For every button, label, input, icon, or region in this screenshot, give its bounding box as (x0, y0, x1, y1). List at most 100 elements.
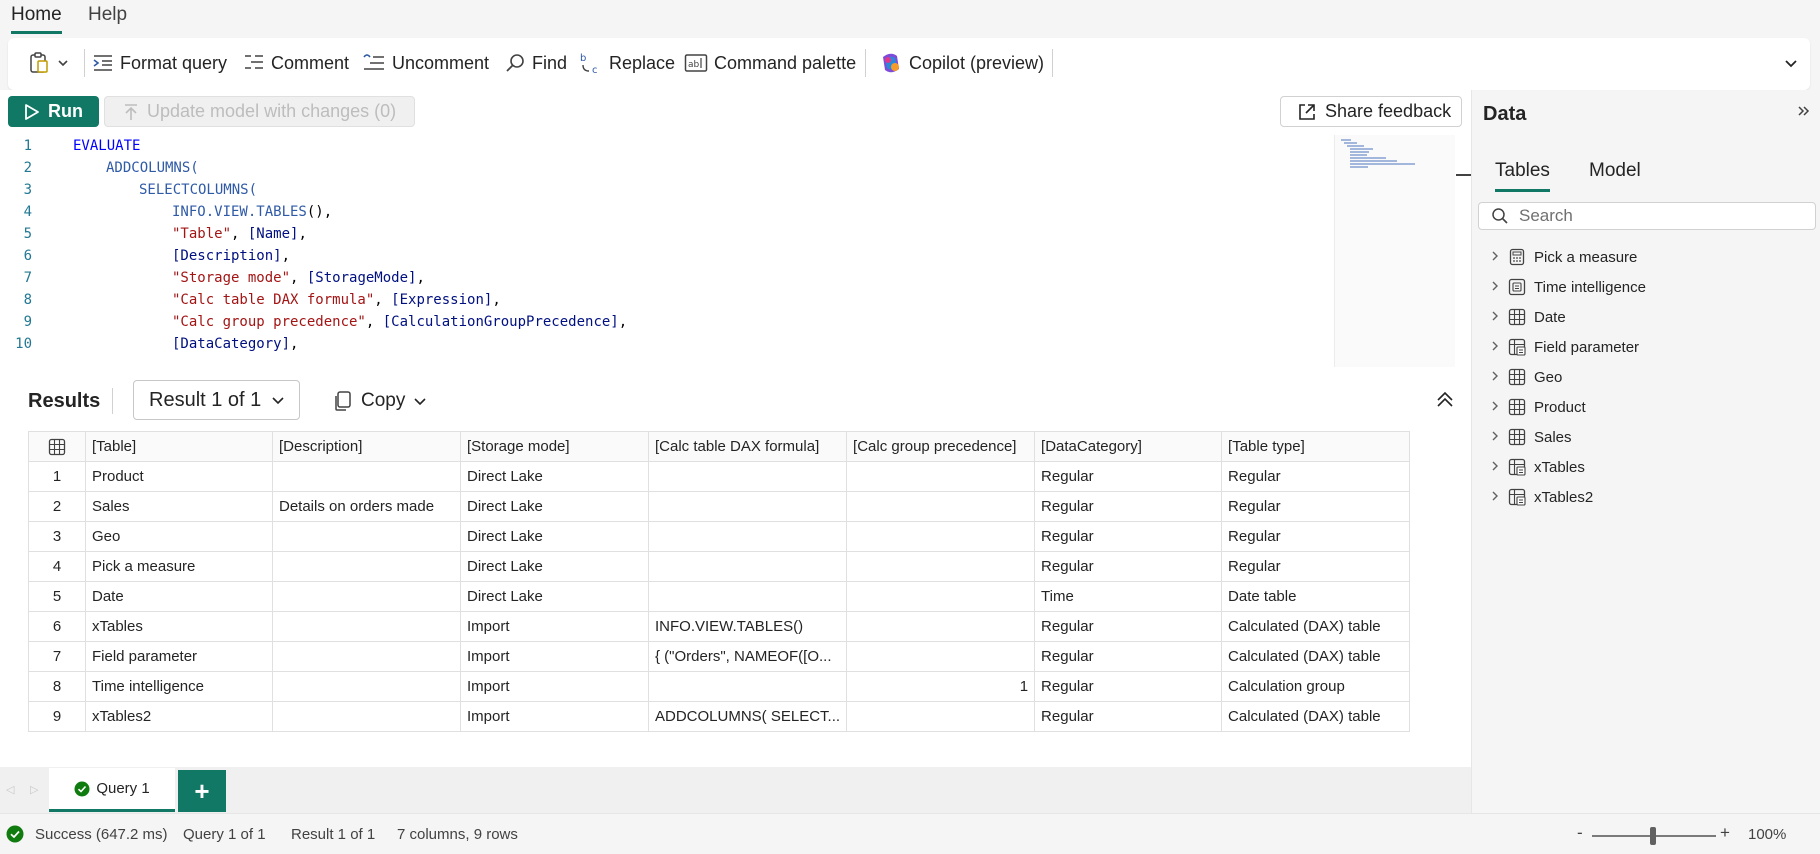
table-cell[interactable]: Details on orders made (272, 491, 461, 522)
table-cell[interactable]: Geo (85, 521, 273, 552)
code-line[interactable]: 9 "Calc group precedence", [CalculationGr… (0, 311, 1330, 333)
table-cell[interactable] (846, 461, 1036, 492)
format-query-button[interactable]: Format query (92, 46, 227, 80)
chevron-right-icon[interactable] (1490, 460, 1500, 475)
result-selector-dropdown[interactable]: Result 1 of 1 (133, 380, 300, 420)
table-cell[interactable]: xTables (85, 611, 273, 642)
row-number[interactable]: 6 (28, 611, 86, 642)
ribbon-expand-button[interactable] (1784, 46, 1798, 80)
table-cell[interactable]: Regular (1221, 491, 1411, 522)
tab-help[interactable]: Help (88, 4, 127, 34)
tree-item[interactable]: Product (1490, 395, 1586, 419)
table-cell[interactable]: Regular (1034, 551, 1223, 582)
tree-item[interactable]: Time intelligence (1490, 275, 1646, 299)
table-cell[interactable] (272, 521, 461, 552)
table-cell[interactable] (272, 671, 461, 702)
table-row[interactable]: 2 Sales Details on orders made Direct Lake R… (28, 491, 1411, 522)
table-cell[interactable]: Calculation group (1221, 671, 1411, 702)
code-line[interactable]: 4 INFO.VIEW.TABLES(), (0, 201, 1330, 223)
table-cell[interactable] (647, 461, 848, 492)
table-cell[interactable]: ADDCOLUMNS( SELECT... (647, 701, 848, 732)
table-cell[interactable] (846, 521, 1036, 552)
chevron-right-icon[interactable] (1490, 280, 1500, 295)
table-cell[interactable] (272, 461, 461, 492)
table-cell[interactable] (846, 581, 1036, 612)
code-editor[interactable]: 1 EVALUATE 2 ADDCOLUMNS(3 SELECTCOLUMNS(4 INF… (0, 135, 1455, 367)
table-row[interactable]: 6 xTables Import INFO.VIEW.TABLES() Regular C… (28, 611, 1411, 642)
chevron-right-icon[interactable] (1490, 340, 1500, 355)
find-button[interactable]: Find (504, 46, 567, 80)
table-cell[interactable]: xTables2 (85, 701, 273, 732)
comment-button[interactable]: Comment (243, 46, 349, 80)
code-line[interactable]: 10 [DataCategory], (0, 333, 1330, 355)
zoom-out-button[interactable]: - (1577, 823, 1583, 843)
table-cell[interactable] (272, 641, 461, 672)
copy-button[interactable]: Copy (333, 388, 427, 414)
table-cell[interactable] (647, 521, 848, 552)
chevron-right-icon[interactable] (1490, 250, 1500, 265)
collapse-results-button[interactable] (1434, 388, 1456, 410)
code-line[interactable]: 7 "Storage mode", [StorageMode], (0, 267, 1330, 289)
table-cell[interactable] (647, 551, 848, 582)
table-cell[interactable]: INFO.VIEW.TABLES() (647, 611, 848, 642)
table-cell[interactable]: Date (85, 581, 273, 612)
code-line[interactable]: 1 EVALUATE (0, 135, 1330, 157)
table-cell[interactable] (647, 671, 848, 702)
select-all-corner[interactable] (28, 431, 86, 462)
table-cell[interactable]: Pick a measure (85, 551, 273, 582)
row-number[interactable]: 5 (28, 581, 86, 612)
tab-tables[interactable]: Tables (1495, 160, 1550, 192)
table-cell[interactable] (272, 701, 461, 732)
zoom-in-button[interactable]: + (1720, 823, 1730, 843)
row-number[interactable]: 7 (28, 641, 86, 672)
table-cell[interactable] (272, 581, 461, 612)
table-cell[interactable] (272, 551, 461, 582)
table-cell[interactable]: Sales (85, 491, 273, 522)
column-header[interactable]: [Table] (85, 431, 273, 462)
paste-button[interactable] (27, 46, 69, 80)
row-number[interactable]: 8 (28, 671, 86, 702)
copilot-button[interactable]: Copilot (preview) (879, 46, 1044, 80)
table-cell[interactable]: Regular (1034, 671, 1223, 702)
table-row[interactable]: 1 Product Direct Lake Regular Regular (28, 461, 1411, 492)
code-minimap[interactable] (1334, 135, 1455, 367)
scroll-tabs-right-button[interactable]: ▷ (30, 783, 38, 796)
table-row[interactable]: 5 Date Direct Lake Time Date table (28, 581, 1411, 612)
row-number[interactable]: 9 (28, 701, 86, 732)
column-header[interactable]: [Table type] (1221, 431, 1411, 462)
run-button[interactable]: Run (8, 96, 99, 127)
code-line[interactable]: 8 "Calc table DAX formula", [Expression], (0, 289, 1330, 311)
table-cell[interactable] (846, 551, 1036, 582)
chevron-right-icon[interactable] (1490, 430, 1500, 445)
table-cell[interactable] (846, 611, 1036, 642)
table-row[interactable]: 8 Time intelligence Import 1 Regular Calculat… (28, 671, 1411, 702)
chevron-right-icon[interactable] (1490, 400, 1500, 415)
table-cell[interactable] (846, 491, 1036, 522)
table-cell[interactable]: Direct Lake (460, 491, 649, 522)
code-line[interactable]: 3 SELECTCOLUMNS( (0, 179, 1330, 201)
tab-query-1[interactable]: Query 1 (49, 768, 175, 812)
table-cell[interactable]: Direct Lake (460, 461, 649, 492)
chevron-right-icon[interactable] (1490, 310, 1500, 325)
table-cell[interactable]: Regular (1034, 641, 1223, 672)
scroll-tabs-left-button[interactable]: ◁ (6, 783, 14, 796)
column-header[interactable]: [Storage mode] (460, 431, 649, 462)
table-row[interactable]: 9 xTables2 Import ADDCOLUMNS( SELECT... Regu… (28, 701, 1411, 732)
tab-model[interactable]: Model (1589, 160, 1641, 192)
table-cell[interactable]: Calculated (DAX) table (1221, 611, 1411, 642)
table-cell[interactable]: Calculated (DAX) table (1221, 641, 1411, 672)
column-header[interactable]: [Calc group precedence] (846, 431, 1036, 462)
table-cell[interactable]: { ("Orders", NAMEOF([O... (647, 641, 848, 672)
table-cell[interactable]: Date table (1221, 581, 1411, 612)
collapse-data-pane-button[interactable] (1796, 104, 1810, 123)
tree-item[interactable]: Field parameter (1490, 335, 1639, 359)
uncomment-button[interactable]: Uncomment (362, 46, 489, 80)
column-header[interactable]: [Calc table DAX formula] (647, 431, 848, 462)
column-header[interactable]: [DataCategory] (1034, 431, 1223, 462)
table-cell[interactable]: Import (460, 611, 649, 642)
table-cell[interactable]: Time (1034, 581, 1223, 612)
chevron-right-icon[interactable] (1490, 490, 1500, 505)
table-cell[interactable]: Product (85, 461, 273, 492)
column-header[interactable]: [Description] (272, 431, 461, 462)
table-cell[interactable]: Direct Lake (460, 521, 649, 552)
